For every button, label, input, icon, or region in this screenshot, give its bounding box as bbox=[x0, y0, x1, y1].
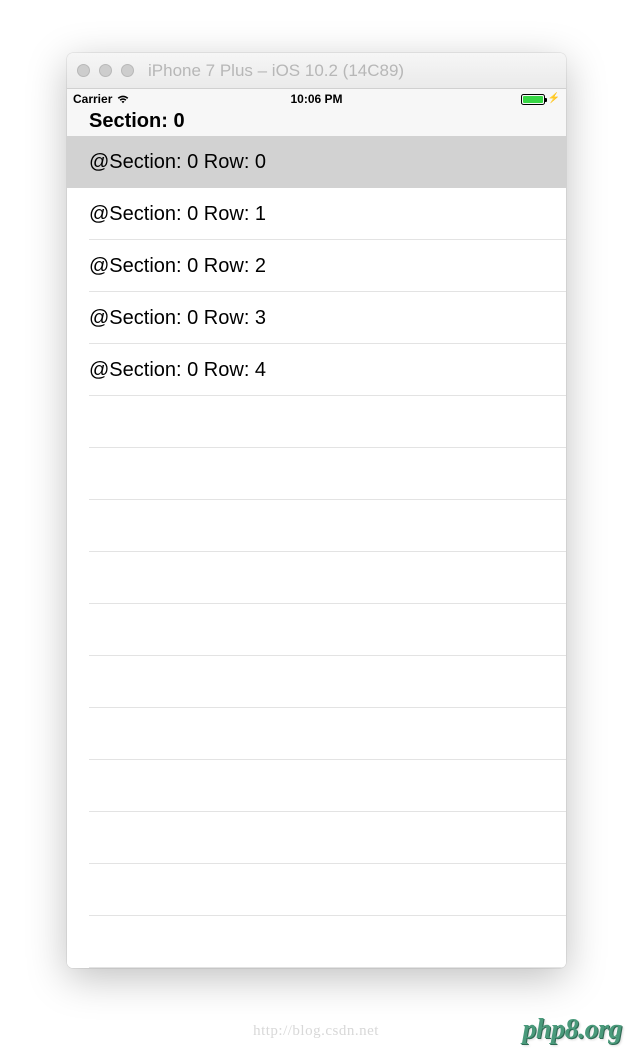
wifi-icon bbox=[116, 94, 130, 104]
battery-icon bbox=[521, 94, 545, 105]
table-row-empty bbox=[67, 396, 566, 448]
section-header-label: Section: 0 bbox=[89, 110, 185, 133]
carrier-label: Carrier bbox=[73, 92, 112, 106]
table-row-empty bbox=[67, 760, 566, 812]
table-row-empty bbox=[67, 812, 566, 864]
table-row-label: @Section: 0 Row: 3 bbox=[89, 307, 266, 330]
table-row-empty bbox=[67, 864, 566, 916]
watermark-logo: php8.org bbox=[523, 1014, 622, 1046]
zoom-window-button[interactable] bbox=[121, 64, 134, 77]
table-row[interactable]: @Section: 0 Row: 2 bbox=[67, 240, 566, 292]
table-row-empty bbox=[67, 604, 566, 656]
status-bar-right: ⚡ bbox=[521, 94, 560, 105]
table-row-empty bbox=[67, 448, 566, 500]
table-row-label: @Section: 0 Row: 4 bbox=[89, 359, 266, 382]
table-row-label: @Section: 0 Row: 1 bbox=[89, 203, 266, 226]
table-row-empty bbox=[67, 708, 566, 760]
traffic-lights bbox=[77, 64, 134, 77]
window-title: iPhone 7 Plus – iOS 10.2 (14C89) bbox=[148, 61, 404, 81]
table-view[interactable]: @Section: 0 Row: 0 @Section: 0 Row: 1 @Sec… bbox=[67, 136, 566, 968]
table-row-label: @Section: 0 Row: 2 bbox=[89, 255, 266, 278]
status-bar: Carrier 10:06 PM ⚡ bbox=[67, 89, 566, 109]
table-row-label: @Section: 0 Row: 0 bbox=[89, 151, 266, 174]
status-bar-left: Carrier bbox=[73, 92, 130, 106]
table-row[interactable]: @Section: 0 Row: 1 bbox=[67, 188, 566, 240]
close-window-button[interactable] bbox=[77, 64, 90, 77]
table-row[interactable]: @Section: 0 Row: 3 bbox=[67, 292, 566, 344]
status-bar-time: 10:06 PM bbox=[67, 92, 566, 106]
row-separator bbox=[89, 967, 566, 968]
charging-icon: ⚡ bbox=[548, 94, 560, 104]
table-row-empty bbox=[67, 500, 566, 552]
table-row-empty bbox=[67, 552, 566, 604]
table-row[interactable]: @Section: 0 Row: 4 bbox=[67, 344, 566, 396]
table-row-empty bbox=[67, 916, 566, 968]
window-titlebar[interactable]: iPhone 7 Plus – iOS 10.2 (14C89) bbox=[67, 53, 566, 89]
device-screen: Carrier 10:06 PM ⚡ Section: 0 @Section: … bbox=[67, 89, 566, 968]
minimize-window-button[interactable] bbox=[99, 64, 112, 77]
battery-fill bbox=[523, 96, 543, 103]
simulator-window: iPhone 7 Plus – iOS 10.2 (14C89) Carrier… bbox=[67, 53, 566, 968]
table-row-empty bbox=[67, 656, 566, 708]
table-row[interactable]: @Section: 0 Row: 0 bbox=[67, 136, 566, 188]
